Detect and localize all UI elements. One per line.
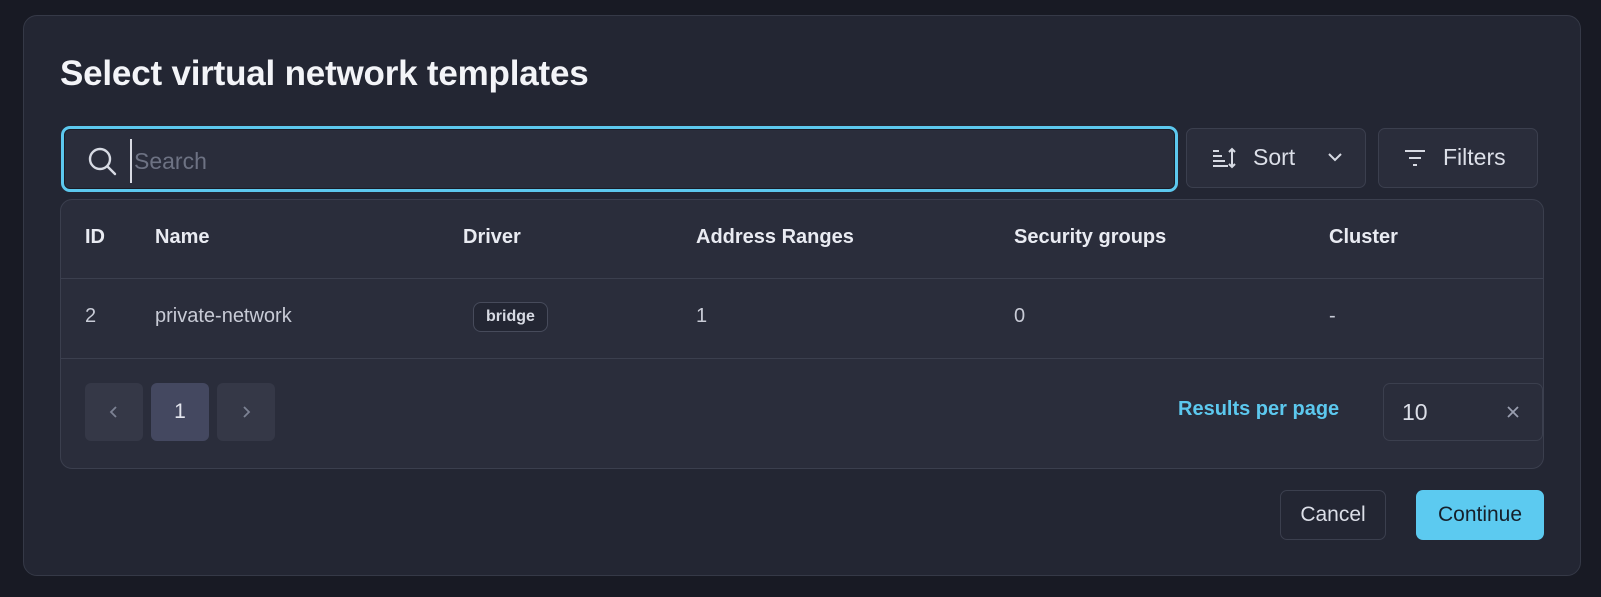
close-icon[interactable] — [1506, 405, 1520, 419]
page-button-current[interactable]: 1 — [151, 383, 209, 441]
table-header: ID Name Driver Address Ranges Security g… — [61, 200, 1543, 279]
cell-name: private-network — [155, 305, 292, 327]
column-header-id[interactable]: ID — [85, 226, 105, 249]
cell-address-ranges: 1 — [696, 305, 708, 327]
table-row[interactable]: 2 private-network bridge 1 0 - — [61, 278, 1543, 359]
filters-button[interactable]: Filters — [1378, 128, 1538, 188]
column-header-name[interactable]: Name — [155, 226, 209, 249]
cell-cluster: - — [1329, 305, 1336, 327]
results-per-page-value: 10 — [1402, 399, 1428, 425]
templates-table: ID Name Driver Address Ranges Security g… — [60, 199, 1544, 469]
cell-security-groups: 0 — [1014, 305, 1026, 327]
select-templates-dialog: Select virtual network templates Sort — [23, 15, 1581, 576]
cancel-button[interactable]: Cancel — [1280, 490, 1386, 540]
sort-button[interactable]: Sort — [1186, 128, 1366, 188]
chevron-right-icon — [243, 406, 251, 418]
previous-page-button[interactable] — [85, 383, 143, 441]
results-per-page-label: Results per page — [1178, 398, 1340, 420]
sort-icon — [1213, 147, 1236, 169]
continue-button[interactable]: Continue — [1416, 490, 1544, 540]
filter-icon — [1405, 150, 1425, 166]
cell-id: 2 — [85, 305, 97, 327]
chevron-left-icon — [109, 406, 117, 418]
search-box[interactable] — [61, 126, 1178, 192]
search-input[interactable] — [130, 139, 1166, 183]
results-per-page-select[interactable]: 10 — [1383, 383, 1543, 441]
column-header-security-groups[interactable]: Security groups — [1014, 226, 1166, 249]
chevron-down-icon — [1328, 153, 1342, 162]
column-header-cluster[interactable]: Cluster — [1329, 226, 1398, 249]
filters-label: Filters — [1443, 144, 1506, 170]
dialog-title: Select virtual network templates — [60, 54, 589, 93]
sort-label: Sort — [1253, 144, 1296, 170]
driver-badge: bridge — [473, 302, 548, 332]
next-page-button[interactable] — [217, 383, 275, 441]
search-icon — [88, 147, 117, 176]
column-header-address-ranges[interactable]: Address Ranges — [696, 226, 854, 249]
column-header-driver[interactable]: Driver — [463, 226, 521, 249]
